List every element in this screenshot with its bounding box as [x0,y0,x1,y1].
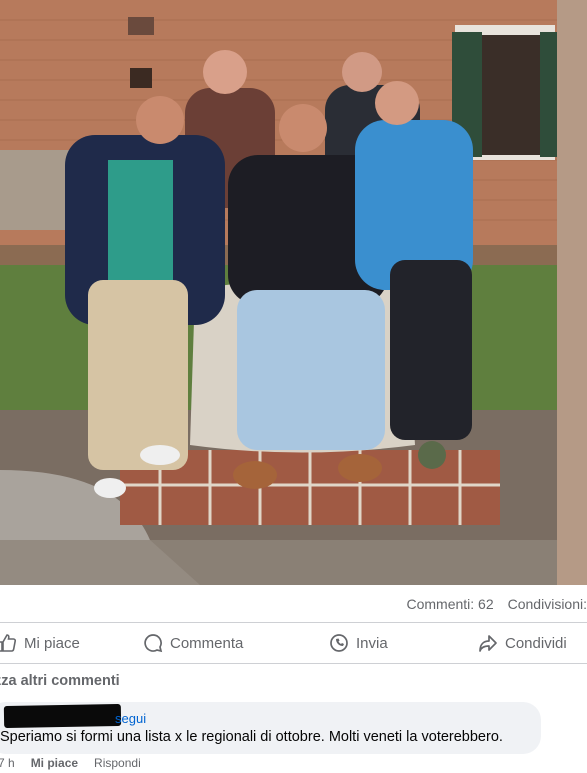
follow-link[interactable]: segui [115,711,146,726]
like-label: Mi piace [24,634,80,652]
share-arrow-icon [477,632,499,654]
post-stats: Commenti: 62 Condivisioni: [0,585,587,623]
group-photo-image [0,0,587,585]
comment-label: Commenta [170,634,244,652]
whatsapp-icon [328,632,350,654]
comment-time[interactable]: 7 h [0,756,15,770]
shares-count[interactable]: Condivisioni: [508,596,587,612]
redacted-author-name [3,703,122,729]
post-action-bar: Mi piace Commenta Invia Condividi [0,622,587,664]
comment-like-button[interactable]: Mi piace [31,756,78,770]
send-button[interactable]: Invia [328,632,388,654]
like-button[interactable]: Mi piace [0,632,80,654]
post-photo[interactable] [0,0,587,585]
comments-count[interactable]: Commenti: 62 [406,596,493,612]
share-button[interactable]: Condividi [477,632,567,654]
comment-text: Speriamo si formi una lista x le regiona… [0,729,503,745]
comment-meta: 7 h Mi piace Rispondi [0,756,157,770]
comment-button[interactable]: Commenta [142,632,243,654]
send-label: Invia [356,634,388,652]
view-more-comments-link[interactable]: zza altri commenti [0,673,120,689]
share-label: Condividi [505,634,567,652]
thumbs-up-icon [0,632,18,654]
comment-reply-button[interactable]: Rispondi [94,756,141,770]
comment-bubble-icon [142,632,164,654]
